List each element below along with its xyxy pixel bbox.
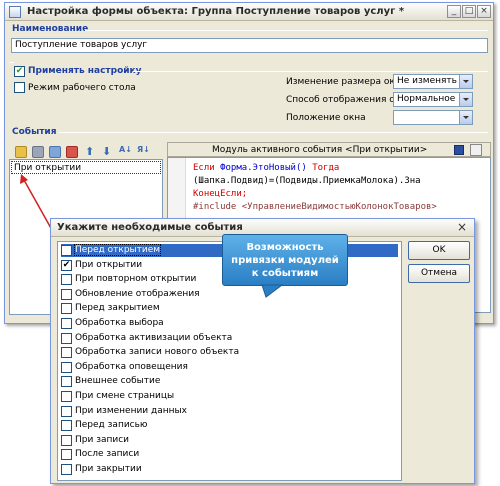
callout-tail	[261, 284, 284, 298]
callout-tail-shape	[261, 284, 284, 298]
